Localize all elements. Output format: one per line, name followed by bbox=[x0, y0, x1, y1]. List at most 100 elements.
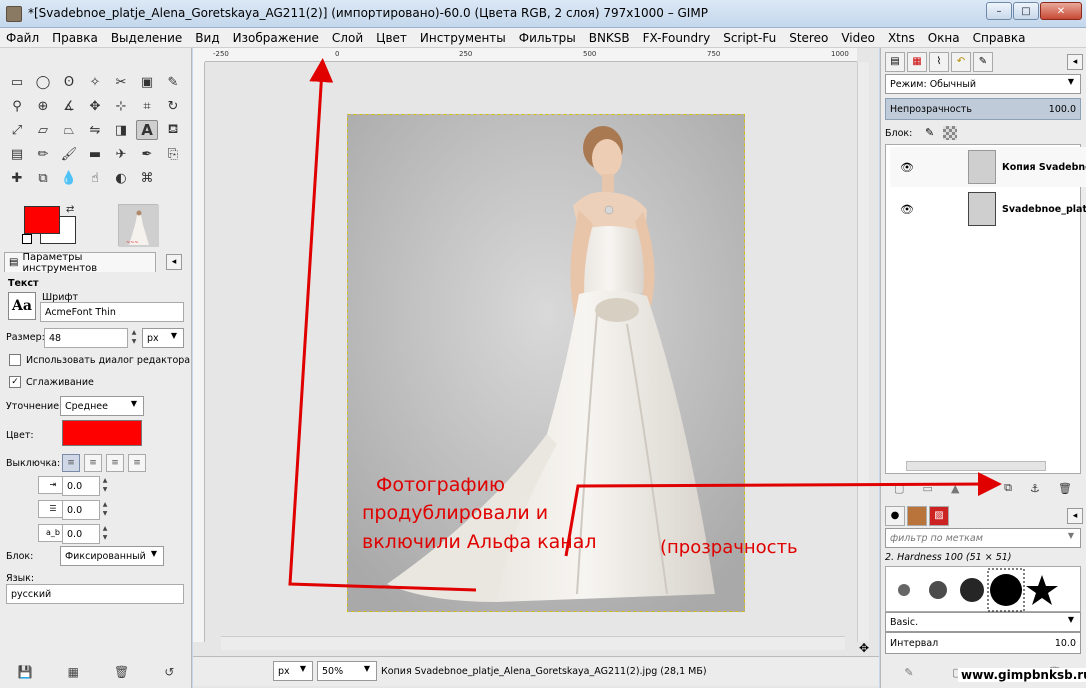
size-spin-icon[interactable]: ▲ ▼ bbox=[130, 328, 138, 346]
panel-menu-icon[interactable]: ◂ bbox=[166, 254, 182, 270]
vertical-ruler[interactable] bbox=[193, 62, 205, 642]
edit-brush-icon[interactable]: ✎ bbox=[904, 666, 913, 679]
active-image-thumbnail[interactable]: ~~~ bbox=[118, 204, 159, 247]
justify-fill-icon[interactable]: ≡ bbox=[128, 454, 146, 472]
channels-tab-icon[interactable]: ▦ bbox=[907, 52, 927, 72]
letter-spacing-input[interactable]: 0.0 bbox=[62, 524, 100, 544]
menu-item-9[interactable]: BNKSB bbox=[589, 31, 630, 45]
visibility-eye-icon[interactable]: 👁 bbox=[900, 161, 914, 174]
layers-tab-icon[interactable]: ▤ bbox=[885, 52, 905, 72]
save-options-icon[interactable]: 💾 bbox=[18, 665, 33, 679]
font-preview-button[interactable]: Aa bbox=[8, 292, 36, 320]
brush-tab-icon[interactable]: ✎ bbox=[973, 52, 993, 72]
color-picker-tool-icon[interactable]: ⚲ bbox=[6, 96, 28, 116]
menu-item-13[interactable]: Video bbox=[841, 31, 875, 45]
zoom-tool-icon[interactable]: ⊕ bbox=[32, 96, 54, 116]
ellipse-select-tool-icon[interactable]: ◯ bbox=[32, 72, 54, 92]
paths-tool-icon[interactable]: ✎ bbox=[162, 72, 184, 92]
paths-tab-icon[interactable]: ⌇ bbox=[929, 52, 949, 72]
menu-item-11[interactable]: Script-Fu bbox=[723, 31, 776, 45]
hinting-select[interactable]: Среднее ▼ bbox=[60, 396, 144, 416]
brush-preset-select[interactable]: Basic. ▼ bbox=[885, 612, 1081, 632]
antialias-checkbox[interactable]: ✓ bbox=[9, 376, 21, 388]
align-tool-icon[interactable]: ⊹ bbox=[110, 96, 132, 116]
anchor-layer-icon[interactable]: ⚓ bbox=[1030, 482, 1040, 495]
opacity-slider[interactable]: Непрозрачность 100.0 bbox=[885, 98, 1081, 120]
brush-tag-filter[interactable]: фильтр по меткам ▼ bbox=[885, 528, 1081, 548]
smudge-tool-icon[interactable]: ☝ bbox=[84, 168, 106, 188]
lasso-tool-icon[interactable]: ʘ bbox=[58, 72, 80, 92]
raise-layer-icon[interactable]: ▲ bbox=[951, 482, 959, 495]
zoom-select[interactable]: 50% ▼ bbox=[317, 661, 377, 681]
lower-layer-icon[interactable]: ▼ bbox=[978, 482, 986, 495]
layer-mode-select[interactable]: Режим: Обычный ▼ bbox=[885, 74, 1081, 94]
default-colors-icon[interactable] bbox=[22, 234, 32, 244]
unit-select[interactable]: px ▼ bbox=[273, 661, 313, 681]
maximize-button[interactable]: □ bbox=[1013, 2, 1039, 20]
brushes-tab-icon[interactable]: ● bbox=[885, 506, 905, 526]
heal-tool-icon[interactable]: ✚ bbox=[6, 168, 28, 188]
indent-spin-icon[interactable]: ▲ ▼ bbox=[101, 476, 109, 494]
menu-item-5[interactable]: Слой bbox=[332, 31, 363, 45]
swap-colors-icon[interactable]: ⇄ bbox=[66, 204, 74, 215]
layer-item-copy[interactable]: 👁 Копия Svadebnoe bbox=[890, 147, 1086, 187]
lock-alpha-icon[interactable] bbox=[943, 126, 957, 140]
perspective-clone-tool-icon[interactable]: ⧉ bbox=[32, 168, 54, 188]
minimize-button[interactable]: – bbox=[986, 2, 1012, 20]
text-color-button[interactable] bbox=[62, 420, 142, 446]
rotate-tool-icon[interactable]: ↻ bbox=[162, 96, 184, 116]
shear-tool-icon[interactable]: ▱ bbox=[32, 120, 54, 140]
menu-item-1[interactable]: Правка bbox=[52, 31, 98, 45]
bucket-fill-tool-icon[interactable]: ⛾ bbox=[162, 120, 184, 140]
lock-pixels-icon[interactable]: ✎ bbox=[925, 126, 934, 139]
size-unit-select[interactable]: px ▼ bbox=[142, 328, 184, 348]
close-button[interactable]: ✕ bbox=[1040, 2, 1082, 20]
menu-item-3[interactable]: Вид bbox=[195, 31, 219, 45]
box-select[interactable]: Фиксированный ▼ bbox=[60, 546, 164, 566]
justify-left-icon[interactable]: ≡ bbox=[62, 454, 80, 472]
size-input[interactable]: 48 bbox=[44, 328, 128, 348]
measure-tool-icon[interactable]: ∡ bbox=[58, 96, 80, 116]
scale-tool-icon[interactable]: ⤢ bbox=[6, 120, 28, 140]
ink-tool-icon[interactable]: ✒ bbox=[136, 144, 158, 164]
menu-item-4[interactable]: Изображение bbox=[233, 31, 319, 45]
menu-item-0[interactable]: Файл bbox=[6, 31, 39, 45]
gradients-tab-icon[interactable]: ▨ bbox=[929, 506, 949, 526]
perspective-tool-icon[interactable]: ⏢ bbox=[58, 120, 80, 140]
letter-spacing-spin-icon[interactable]: ▲ ▼ bbox=[101, 524, 109, 542]
horizontal-ruler[interactable]: -250 0 250 500 750 1000 bbox=[205, 48, 857, 62]
reset-options-icon[interactable]: ↺ bbox=[164, 665, 174, 679]
language-input[interactable]: русский bbox=[6, 584, 184, 604]
new-layer-group-icon[interactable]: ▭ bbox=[923, 482, 933, 495]
undo-tab-icon[interactable]: ↶ bbox=[951, 52, 971, 72]
airbrush-tool-icon[interactable]: ✈ bbox=[110, 144, 132, 164]
vertical-scrollbar[interactable] bbox=[857, 62, 869, 642]
foreground-select-tool-icon[interactable]: ▣ bbox=[136, 72, 158, 92]
duplicate-layer-icon[interactable]: ⧉ bbox=[1004, 481, 1012, 495]
scissors-tool-icon[interactable]: ✂ bbox=[110, 72, 132, 92]
justify-center-icon[interactable]: ≡ bbox=[106, 454, 124, 472]
rect-select-tool-icon[interactable]: ▭ bbox=[6, 72, 28, 92]
crop-tool-icon[interactable]: ⌗ bbox=[136, 96, 158, 116]
pencil-tool-icon[interactable]: ✏ bbox=[32, 144, 54, 164]
menu-item-12[interactable]: Stereo bbox=[789, 31, 828, 45]
fuzzy-select-tool-icon[interactable]: ✧ bbox=[84, 72, 106, 92]
layers-horizontal-scrollbar[interactable] bbox=[906, 461, 1046, 471]
panel-menu-icon[interactable]: ◂ bbox=[1067, 54, 1083, 70]
foreground-color-swatch[interactable] bbox=[24, 206, 60, 234]
tab-tool-options[interactable]: ▤ Параметры инструментов bbox=[4, 252, 156, 274]
font-input[interactable]: AcmeFont Thin bbox=[40, 302, 184, 322]
move-tool-icon[interactable]: ✥ bbox=[84, 96, 106, 116]
use-editor-checkbox[interactable] bbox=[9, 354, 21, 366]
ruler-corner[interactable] bbox=[193, 48, 205, 62]
indent-input[interactable]: 0.0 bbox=[62, 476, 100, 496]
paintbrush-tool-icon[interactable]: 🖌 bbox=[58, 144, 80, 164]
horizontal-scrollbar[interactable] bbox=[221, 636, 845, 650]
menu-item-8[interactable]: Фильтры bbox=[519, 31, 576, 45]
blend-tool-icon[interactable]: ▤ bbox=[6, 144, 28, 164]
layer-item-original[interactable]: 👁 Svadebnoe_platje_ bbox=[890, 189, 1086, 229]
blur-tool-icon[interactable]: 💧 bbox=[58, 168, 80, 188]
delete-layer-icon[interactable]: 🗑 bbox=[1058, 482, 1072, 495]
visibility-eye-icon[interactable]: 👁 bbox=[900, 203, 914, 216]
justify-right-icon[interactable]: ≡ bbox=[84, 454, 102, 472]
